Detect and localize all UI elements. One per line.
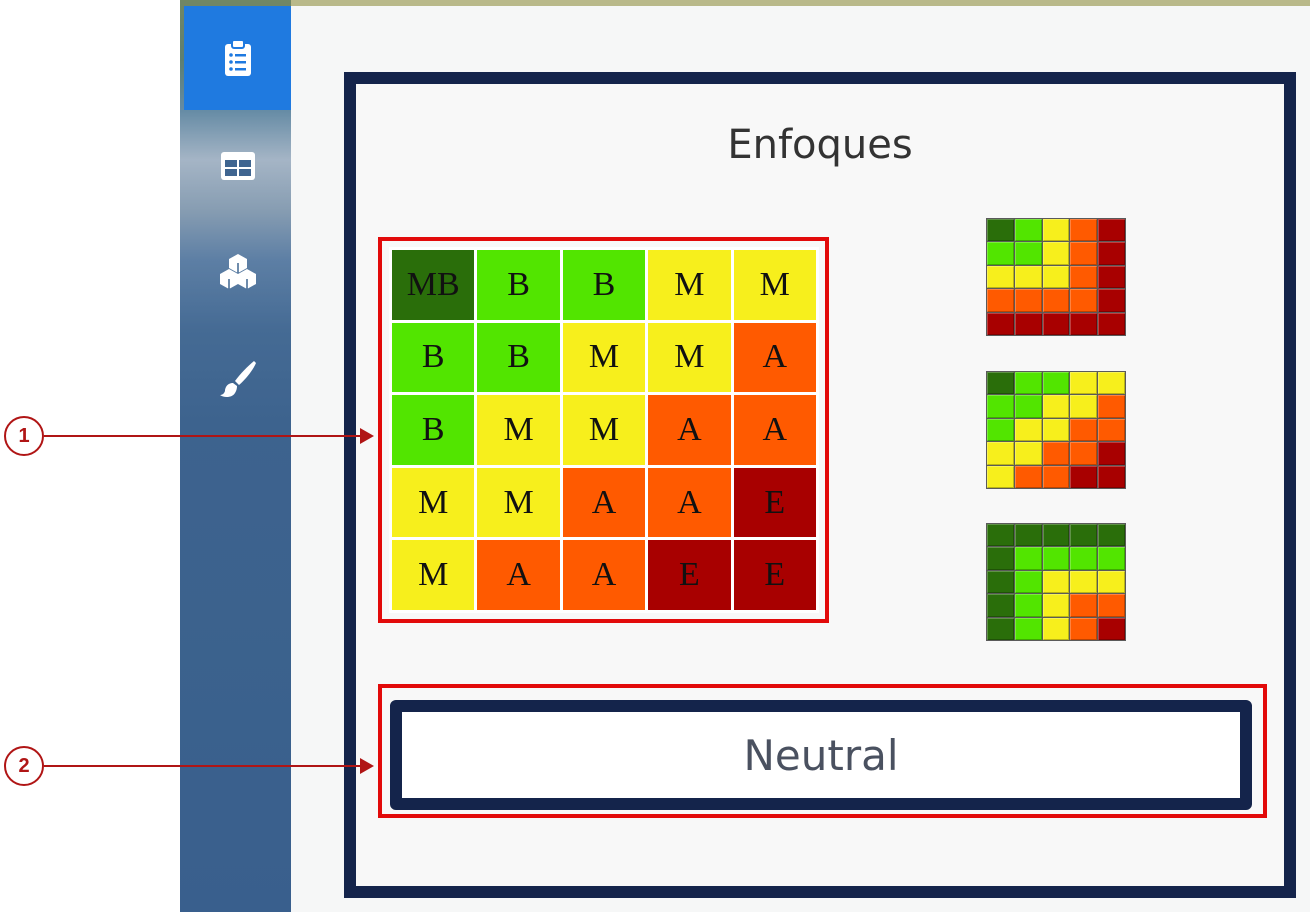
thumbnail-cell (1098, 570, 1125, 594)
thumbnail-cell (1070, 442, 1098, 465)
thumbnail-cell (1070, 395, 1098, 418)
clipboard-list-icon (224, 39, 251, 76)
paintbrush-icon (219, 361, 256, 398)
thumbnail-cell (1014, 570, 1042, 594)
matrix-thumbnail-2[interactable] (986, 371, 1126, 489)
thumbnail-cell (1098, 547, 1125, 570)
thumbnail-cell (987, 219, 1014, 242)
thumbnail-cell (1070, 594, 1098, 617)
thumbnail-cell (1098, 418, 1125, 442)
sidebar-item-style[interactable] (184, 326, 291, 430)
thumbnail-cell (1070, 372, 1098, 395)
thumbnail-cell (1042, 524, 1070, 547)
thumbnail-cell (987, 442, 1014, 465)
thumbnail-cell (987, 465, 1014, 488)
thumbnail-cell (1070, 219, 1098, 242)
panel-title: Enfoques (727, 122, 913, 168)
thumbnail-cell (1042, 242, 1070, 265)
annotation-box-neutral (378, 684, 1267, 818)
thumbnail-cell (1014, 395, 1042, 418)
thumbnail-cell (987, 395, 1014, 418)
thumbnail-cell (987, 594, 1014, 617)
thumbnail-cell (1014, 418, 1042, 442)
thumbnail-cell (987, 617, 1014, 640)
thumbnail-cell (1098, 242, 1125, 265)
thumbnail-cell (987, 570, 1014, 594)
thumbnail-cell (1098, 594, 1125, 617)
thumbnail-cell (1014, 442, 1042, 465)
annotation-box-matrix (378, 237, 829, 623)
sidebar-item-table[interactable] (184, 114, 291, 218)
annotation-arrow-1 (44, 435, 360, 437)
thumbnail-cell (1098, 524, 1125, 547)
annotation-arrow-2 (44, 765, 360, 767)
sidebar-item-layers[interactable] (184, 218, 291, 322)
thumbnail-cell (1070, 418, 1098, 442)
matrix-thumbnail-3[interactable] (986, 523, 1126, 641)
thumbnail-cell (1098, 442, 1125, 465)
thumbnail-cell (1042, 265, 1070, 289)
thumbnail-cell (987, 242, 1014, 265)
thumbnail-cell (1042, 594, 1070, 617)
thumbnail-cell (1014, 219, 1042, 242)
thumbnail-cell (1070, 617, 1098, 640)
thumbnail-cell (1070, 312, 1098, 335)
annotation-arrowhead-2 (360, 758, 374, 774)
thumbnail-cell (1042, 465, 1070, 488)
thumbnail-cell (1014, 547, 1042, 570)
thumbnail-cell (1098, 312, 1125, 335)
thumbnail-cell (1014, 312, 1042, 335)
thumbnail-cell (1042, 219, 1070, 242)
thumbnail-cell (1070, 524, 1098, 547)
thumbnail-cell (1042, 289, 1070, 312)
thumbnail-cell (987, 265, 1014, 289)
thumbnail-cell (987, 289, 1014, 312)
thumbnail-cell (1042, 395, 1070, 418)
callout-2: 2 (4, 746, 44, 786)
thumbnail-cell (1014, 617, 1042, 640)
thumbnail-cell (1014, 465, 1042, 488)
thumbnail-cell (1070, 547, 1098, 570)
thumbnail-cell (1014, 524, 1042, 547)
sidebar-item-list[interactable] (184, 6, 291, 110)
thumbnail-cell (1098, 219, 1125, 242)
thumbnail-cell (1014, 265, 1042, 289)
thumbnail-cell (1098, 289, 1125, 312)
thumbnail-cell (1042, 418, 1070, 442)
callout-1: 1 (4, 416, 44, 456)
thumbnail-cell (987, 312, 1014, 335)
thumbnail-cell (987, 418, 1014, 442)
thumbnail-cell (1098, 465, 1125, 488)
thumbnail-cell (1014, 372, 1042, 395)
thumbnail-cell (987, 524, 1014, 547)
thumbnail-cell (1042, 570, 1070, 594)
thumbnail-cell (1070, 242, 1098, 265)
thumbnail-cell (1042, 617, 1070, 640)
thumbnail-cell (1042, 312, 1070, 335)
cubes-icon (219, 254, 256, 289)
matrix-thumbnail-1[interactable] (986, 218, 1126, 336)
thumbnail-cell (1098, 617, 1125, 640)
thumbnail-cell (1070, 289, 1098, 312)
thumbnail-cell (1014, 289, 1042, 312)
table-grid-icon (220, 152, 255, 180)
thumbnail-cell (1070, 465, 1098, 488)
thumbnail-cell (1042, 442, 1070, 465)
thumbnail-cell (1042, 372, 1070, 395)
thumbnail-cell (1098, 395, 1125, 418)
thumbnail-cell (1042, 547, 1070, 570)
thumbnail-cell (1098, 265, 1125, 289)
thumbnail-cell (1014, 594, 1042, 617)
thumbnail-cell (1014, 242, 1042, 265)
annotation-arrowhead-1 (360, 428, 374, 444)
thumbnail-cell (987, 547, 1014, 570)
thumbnail-cell (987, 372, 1014, 395)
thumbnail-cell (1070, 265, 1098, 289)
thumbnail-cell (1098, 372, 1125, 395)
thumbnail-cell (1070, 570, 1098, 594)
